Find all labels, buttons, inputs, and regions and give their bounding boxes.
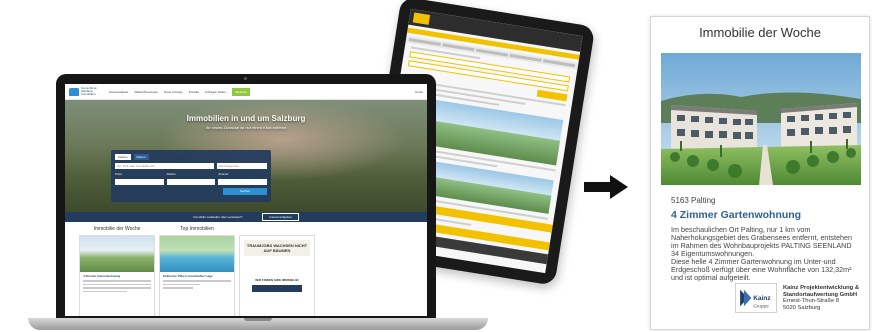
job-ad[interactable]: TRAUMJOBS WACHSEN NICHT AUF BÄUMEN WIR F…: [239, 235, 315, 316]
property-of-week-card[interactable]: Immobilie der Woche 5163 Palting 4 Zimme…: [650, 16, 870, 330]
description-line: und ist optimal aufgeteilt.: [671, 273, 751, 282]
week-column: Immobilie der Woche 4 Zimmer Gartenwohnu…: [79, 226, 155, 316]
laptop-base: [28, 318, 488, 330]
area-select[interactable]: [166, 179, 216, 185]
nav-item[interactable]: Neue Anzeige: [164, 90, 183, 94]
site-hero: Immobilien in und um Salzburg Ihr neues …: [65, 100, 427, 212]
promo-composition: home.ibk.at Salzburg Immobilien Hausverk…: [0, 0, 872, 332]
laptop-screen: home.ibk.at Salzburg Immobilien Hausverk…: [65, 84, 427, 316]
category-select[interactable]: Alle Kategorien: [216, 163, 267, 169]
site-logo-text: home.ibk.at Salzburg Immobilien: [81, 86, 97, 96]
ad-title: TRAUMJOBS WACHSEN NICHT AUF BÄUMEN: [244, 240, 310, 256]
area-label: Fläche: [166, 172, 176, 176]
company-street: Ernest-Thun-Straße 8: [783, 298, 840, 305]
property-photo[interactable]: [661, 53, 861, 185]
company-name-line: Kainz Projektentwicklung &: [783, 285, 860, 291]
arrow-right-icon: [584, 175, 628, 199]
hero-title: Immobilien in und um Salzburg: [186, 114, 306, 123]
logo-word: Kainz: [753, 295, 771, 302]
laptop-device: home.ibk.at Salzburg Immobilien Hausverk…: [56, 74, 436, 324]
logo-sub: Gruppe: [753, 303, 769, 308]
sell-strip: Immobilie verkaufen oder vermieten? Inse…: [65, 212, 427, 222]
property-description: Im beschaulichen Ort Palting, nur 1 km v…: [671, 226, 867, 282]
rooms-label: Zimmer: [218, 172, 229, 176]
nav-item[interactable]: Anfragen bilden: [205, 90, 226, 94]
laptop-notch: [244, 318, 272, 321]
sell-button[interactable]: Inserat aufgeben: [262, 213, 299, 221]
ad-question: WIR FINDEN IHRE IMMOBILIE!: [255, 278, 299, 282]
tab-rent[interactable]: Mieten: [133, 154, 149, 160]
card-text-line: [163, 287, 193, 289]
nav-account[interactable]: Konto: [415, 90, 423, 94]
week-card-title: 4 Zimmer Gartenwohnung: [83, 274, 121, 278]
week-title: Immobilie der Woche: [93, 226, 141, 232]
top-column: Top Immobilien Exklusive Villa in traumh…: [159, 226, 235, 316]
search-input[interactable]: Ort, PLZ oder Immobilien-ID: [115, 163, 214, 169]
nav-item[interactable]: Hausverkäufer: [109, 90, 129, 94]
card-text-line: [83, 287, 151, 289]
card-text-line: [163, 280, 231, 282]
hero-subtitle: Ihr neues Zuhause ist nur einen Klick en…: [205, 125, 287, 130]
tab-buy[interactable]: Kaufen: [115, 154, 131, 160]
top-card-image: [160, 236, 234, 272]
laptop-camera: [244, 77, 247, 80]
company-city: 5020 Salzburg: [783, 304, 821, 311]
card-text-line: [83, 280, 151, 282]
price-label: Preis: [115, 172, 122, 176]
property-location: 5163 Palting: [671, 196, 716, 205]
site-navbar: home.ibk.at Salzburg Immobilien Hausverk…: [65, 84, 427, 100]
company-name-line: Standortaufwertung GmbH: [783, 291, 858, 298]
top-card-title: Exklusive Villa in traumhafter Lage: [163, 274, 213, 278]
price-select[interactable]: [115, 179, 164, 185]
card-text-line: [163, 283, 200, 285]
property-headline[interactable]: 4 Zimmer Gartenwohnung: [671, 209, 801, 221]
house-icon: [69, 87, 79, 96]
week-card[interactable]: 4 Zimmer Gartenwohnung: [79, 235, 155, 316]
nav-item[interactable]: Makler/Developer: [135, 90, 159, 94]
featured-columns: Immobilie der Woche 4 Zimmer Gartenwohnu…: [65, 222, 427, 316]
search-panel: Kaufen Mieten Ort, PLZ oder Immobilien-I…: [111, 150, 271, 202]
card-text-line: [83, 283, 151, 285]
top-card[interactable]: Exklusive Villa in traumhafter Lage: [159, 235, 235, 316]
rooms-select[interactable]: [218, 179, 268, 185]
week-card-image: [80, 236, 154, 272]
company-info: Kainz Projektentwicklung & Standortaufwe…: [783, 285, 869, 311]
card-text-line: [83, 290, 128, 292]
tablet-logo: [412, 12, 431, 25]
ad-column: . TRAUMJOBS WACHSEN NICHT AUF BÄUMEN WIR…: [239, 226, 315, 316]
top-title: Top Immobilien: [180, 226, 214, 232]
ad-button[interactable]: [252, 285, 302, 292]
site-logo[interactable]: home.ibk.at Salzburg Immobilien: [69, 87, 103, 96]
sell-strip-text: Immobilie verkaufen oder vermieten?: [193, 215, 243, 219]
nav-item-highlight[interactable]: Merkliste: [231, 87, 250, 96]
card-title: Immobilie der Woche: [699, 25, 821, 40]
nav-item[interactable]: Kontakt: [189, 90, 199, 94]
company-logo[interactable]: Kainz Gruppe: [735, 283, 777, 313]
search-button[interactable]: Suchen: [223, 188, 267, 195]
